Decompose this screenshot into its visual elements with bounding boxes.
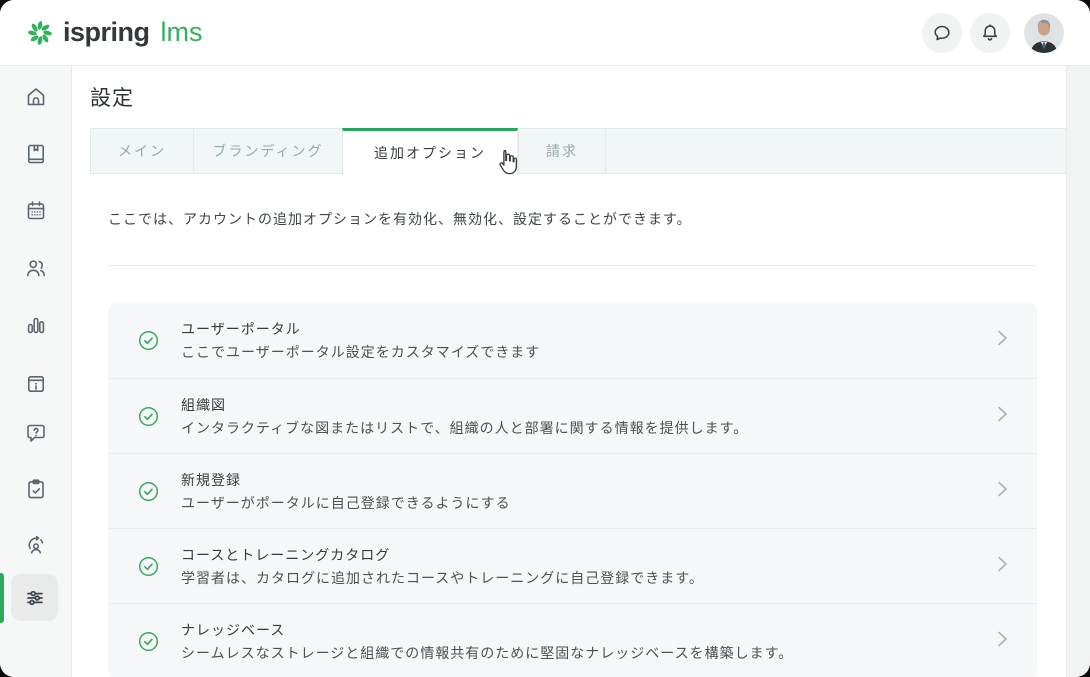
option-description: インタラクティブな図またはリストで、組織の人と部署に関する情報を提供します。 [181,418,979,438]
green-asterisk-logo-icon [26,19,54,47]
question-bubble-icon [24,421,48,445]
chevron-right-icon [991,553,1013,580]
option-description: 学習者は、カタログに追加されたコースやトレーニングに自己登録できます。 [181,568,979,588]
logo-text-secondary: lms [161,17,203,48]
option-title: ナレッジベース [181,620,979,640]
sidebar-item-courses[interactable] [24,142,48,166]
book-icon [24,142,48,166]
option-description: ユーザーがポータルに自己登録できるようにする [181,493,979,513]
avatar[interactable] [1024,13,1064,53]
chevron-right-icon [991,403,1013,430]
tab-additional-options[interactable]: 追加オプション [342,128,518,175]
active-item-indicator [0,573,4,623]
sidebar-item-assignments[interactable] [24,477,48,501]
check-circle-icon [138,330,159,351]
settings-sliders-icon [23,586,47,610]
chevron-right-icon [991,327,1013,354]
users-icon [24,256,48,280]
tab-main[interactable]: メイン [90,128,193,174]
sidebar [0,66,72,677]
options-list: ユーザーポータル ここでユーザーポータル設定をカスタマイズできます 組織図 イン… [108,303,1037,677]
sidebar-item-trainers[interactable] [24,533,48,557]
option-row-knowledge-base[interactable]: ナレッジベース シームレスなストレージと組織での情報共有のために堅固なナレッジベ… [108,603,1037,677]
tab-branding[interactable]: ブランディング [193,128,342,174]
tab-bar-filler [605,128,1066,174]
user-avatar-photo [1024,13,1064,53]
chevron-right-icon [991,628,1013,655]
app-window: ispring lms [0,0,1090,677]
check-circle-icon [138,556,159,577]
option-description: ここでユーザーポータル設定をカスタマイズできます [181,342,979,362]
sidebar-item-info[interactable] [24,372,48,396]
scrollbar-track[interactable] [1066,66,1090,677]
option-title: 新規登録 [181,470,979,490]
chat-button[interactable] [922,13,962,53]
tab-bar: メイン ブランディング 追加オプション 請求 [90,128,1066,175]
chevron-right-icon [991,478,1013,505]
logo-text-primary: ispring [63,17,150,48]
page-title: 設定 [90,82,134,112]
notifications-button[interactable] [970,13,1010,53]
info-panel-icon [24,372,48,396]
check-circle-icon [138,631,159,652]
option-row-self-registration[interactable]: 新規登録 ユーザーがポータルに自己登録できるようにする [108,453,1037,528]
sidebar-item-calendar[interactable] [24,199,48,223]
sidebar-item-reports[interactable] [24,313,48,337]
mouse-cursor-pointer [496,149,519,176]
sidebar-item-home[interactable] [24,85,48,109]
clipboard-check-icon [24,477,48,501]
app-header: ispring lms [0,0,1090,66]
sidebar-item-support[interactable] [24,421,48,445]
intro-text: ここでは、アカウントの追加オプションを有効化、無効化、設定することができます。 [108,209,692,229]
header-actions [922,13,1064,53]
option-title: コースとトレーニングカタログ [181,545,979,565]
main-content: 設定 メイン ブランディング 追加オプション 請求 ここでは、アカウントの追加オ… [72,66,1066,677]
bell-icon [979,22,1001,44]
option-description: シームレスなストレージと組織での情報共有のために堅固なナレッジベースを構築します… [181,643,979,663]
calendar-icon [24,199,48,223]
tab-billing[interactable]: 請求 [518,128,605,174]
logo[interactable]: ispring lms [26,17,203,48]
check-circle-icon [138,481,159,502]
coach-gauge-icon [24,533,48,557]
option-title: ユーザーポータル [181,319,979,339]
check-circle-icon [138,406,159,427]
bar-chart-icon [24,313,48,337]
section-divider [108,265,1037,266]
chat-bubble-icon [931,22,953,44]
option-row-course-catalog[interactable]: コースとトレーニングカタログ 学習者は、カタログに追加されたコースやトレーニング… [108,528,1037,603]
sidebar-item-users[interactable] [24,256,48,280]
sidebar-item-settings[interactable] [11,574,58,621]
home-icon [24,85,48,109]
option-title: 組織図 [181,395,979,415]
option-row-user-portal[interactable]: ユーザーポータル ここでユーザーポータル設定をカスタマイズできます [108,303,1037,378]
option-row-org-chart[interactable]: 組織図 インタラクティブな図またはリストで、組織の人と部署に関する情報を提供しま… [108,378,1037,453]
